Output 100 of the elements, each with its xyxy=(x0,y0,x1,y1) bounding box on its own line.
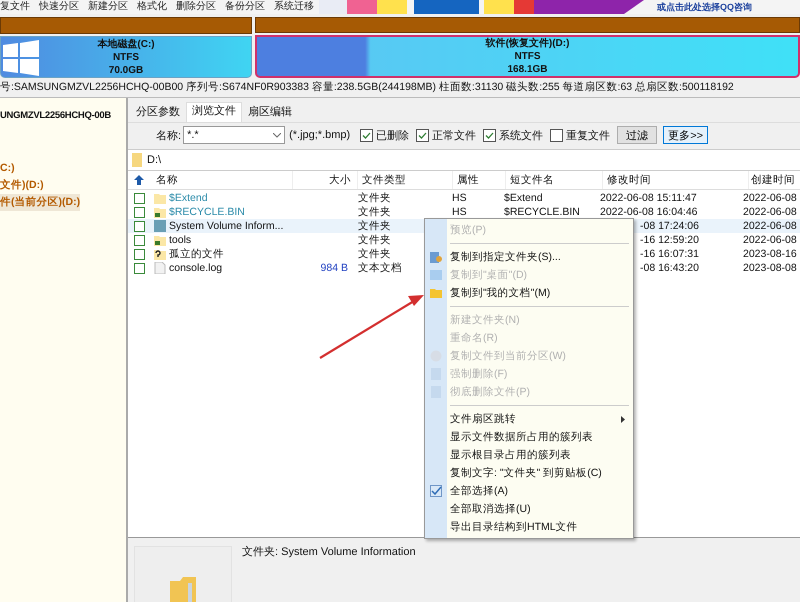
modified-time: -16 16:07:31 xyxy=(640,247,699,261)
filter-button[interactable]: 更多>> xyxy=(663,126,708,144)
created-time: 2022-06-08 xyxy=(743,205,797,219)
short-name: $RECYCLE.BIN xyxy=(504,205,580,219)
tree-item[interactable]: 文件)(D:) xyxy=(0,177,44,194)
menu-item[interactable]: 显示根目录占用的簇列表 xyxy=(450,448,571,462)
menu-item: 预览(P) xyxy=(450,223,486,237)
modified-time: -08 16:43:20 xyxy=(640,261,699,275)
windows-logo-icon xyxy=(3,40,39,76)
menu-item: 新建文件夹(N) xyxy=(450,313,520,327)
toolbar-button[interactable]: 删除分区 xyxy=(176,1,216,13)
checkbox[interactable] xyxy=(134,206,144,218)
file-type: 文本文档 xyxy=(358,261,402,275)
column-header[interactable]: 大小 xyxy=(293,171,358,189)
file-name: tools xyxy=(169,233,192,247)
file-size: 984 B xyxy=(320,261,348,275)
filter-button[interactable]: 过滤 xyxy=(617,126,658,144)
partition-block[interactable]: 软件(恢复文件)(D:) NTFS 168.1GB xyxy=(255,35,800,78)
tab[interactable]: 扇区编辑 xyxy=(242,103,298,122)
checkbox-icon xyxy=(430,485,442,497)
checkbox-label: 正常文件 xyxy=(432,128,476,142)
partition-name: 本地磁盘(C:) xyxy=(96,38,156,50)
menu-item: 强制删除(F) xyxy=(450,367,508,381)
menu-item[interactable]: 显示文件数据所占用的簇列表 xyxy=(450,430,593,444)
created-time: 2022-06-08 xyxy=(743,191,797,205)
menu-item: 彻底删除文件(P) xyxy=(450,385,530,399)
checkbox[interactable] xyxy=(550,128,564,142)
question-folder-icon xyxy=(154,248,166,260)
filter-hint: (*.jpg;*.bmp) xyxy=(289,129,350,141)
file-type: 文件夹 xyxy=(358,247,391,261)
file-name: $Extend xyxy=(169,191,208,205)
file-icon xyxy=(154,262,166,274)
column-header[interactable]: 属性 xyxy=(453,171,506,189)
column-header[interactable]: 短文件名 xyxy=(506,171,603,189)
disk-info: 号:SAMSUNGMZVL2256HCHQ-00B00 序列号:S674NF0R903383 容量:238.5GB(244198MB) 柱面数:31130 磁头数:255 每道扇区数:63 总扇区数:500118192 xyxy=(0,78,800,98)
menu-item[interactable]: 全部取消选择(U) xyxy=(450,502,531,516)
tab[interactable]: 浏览文件 xyxy=(186,102,242,122)
column-header[interactable]: 名称 xyxy=(150,171,293,189)
submenu-arrow-icon xyxy=(621,416,625,423)
checkbox[interactable] xyxy=(134,220,144,232)
file-attributes: HS xyxy=(452,205,467,219)
toolbar-button[interactable]: 新建分区 xyxy=(88,1,128,13)
modified-time: -16 12:59:20 xyxy=(640,233,699,247)
partition-size: 168.1GB xyxy=(506,63,549,76)
short-name: $Extend xyxy=(504,191,543,205)
toolbar-button[interactable]: 复文件 xyxy=(0,1,30,13)
created-time: 2023-08-08 xyxy=(743,261,797,275)
menu-item[interactable]: 全部选择(A) xyxy=(450,484,508,498)
toolbar-button[interactable]: 格式化 xyxy=(137,1,167,13)
menu-item[interactable]: 文件扇区跳转 xyxy=(450,412,516,426)
menu-item[interactable]: 复制到"我的文档"(M) xyxy=(450,286,550,300)
file-name: console.log xyxy=(169,261,222,275)
tree-item[interactable]: C:) xyxy=(0,160,15,177)
menu-item: 重命名(R) xyxy=(450,331,498,345)
name-label: 名称: xyxy=(156,128,182,142)
qq-consult-link[interactable]: 或点击此处选择QQ咨询 xyxy=(657,1,752,13)
tree-item[interactable]: UNGMZVL2256HCHQ-00B xyxy=(0,107,111,124)
checkbox-label: 重复文件 xyxy=(566,128,610,142)
partition-size: 70.0GB xyxy=(108,64,144,76)
checkbox[interactable] xyxy=(416,128,430,142)
name-filter-field[interactable]: *.* xyxy=(183,126,286,144)
copy-icon xyxy=(430,251,442,263)
modified-time: 2022-06-08 16:04:46 xyxy=(600,205,698,219)
column-header[interactable]: 文件类型 xyxy=(358,171,453,189)
desktop-icon xyxy=(430,269,442,281)
checkbox[interactable] xyxy=(134,192,144,204)
menu-item: 复制文件到当前分区(W) xyxy=(450,349,566,363)
dropdown-caret-icon xyxy=(273,132,282,138)
column-header[interactable]: 修改时间 xyxy=(603,171,749,189)
checkbox[interactable] xyxy=(360,128,374,142)
partition-name: 软件(恢复文件)(D:) xyxy=(484,37,570,50)
created-time: 2022-06-08 xyxy=(743,233,797,247)
preview-caption: 文件夹: System Volume Information xyxy=(242,544,416,560)
created-time: 2022-06-08 xyxy=(743,219,797,233)
checkbox[interactable] xyxy=(134,262,144,274)
menu-item[interactable]: 复制到指定文件夹(S)... xyxy=(450,250,561,264)
checkbox[interactable] xyxy=(483,128,496,142)
file-type: 文件夹 xyxy=(358,191,391,205)
toolbar-button[interactable]: 备份分区 xyxy=(225,1,265,13)
checkbox-label: 已删除 xyxy=(376,128,410,142)
created-time: 2023-08-16 xyxy=(743,247,797,261)
menu-item: 复制到"桌面"(D) xyxy=(450,268,528,282)
partition-filesystem: NTFS xyxy=(513,50,542,63)
partition-block[interactable]: 本地磁盘(C:) NTFS 70.0GB xyxy=(0,36,252,78)
checkbox-label: 系统文件 xyxy=(499,128,544,142)
toolbar-button[interactable]: 系统迁移 xyxy=(274,1,314,13)
tab[interactable]: 分区参数 xyxy=(130,103,186,122)
menu-item[interactable]: 复制文字: "文件夹" 到剪贴板(C) xyxy=(450,466,602,480)
column-header[interactable]: 创建时间 xyxy=(749,171,800,189)
menu-item[interactable]: 导出目录结构到HTML文件 xyxy=(450,520,578,534)
file-name: System Volume Inform... xyxy=(169,219,284,233)
checkbox[interactable] xyxy=(134,234,144,246)
file-attributes: HS xyxy=(452,191,467,205)
file-name: $RECYCLE.BIN xyxy=(169,205,245,219)
checkbox[interactable] xyxy=(134,248,144,260)
partition-filesystem: NTFS xyxy=(112,50,140,64)
toolbar-button[interactable]: 快速分区 xyxy=(39,1,79,13)
file-type: 文件夹 xyxy=(358,233,391,247)
tree-item[interactable]: 件(当前分区)(D:) xyxy=(0,194,80,211)
path-text: D:\ xyxy=(147,154,162,166)
